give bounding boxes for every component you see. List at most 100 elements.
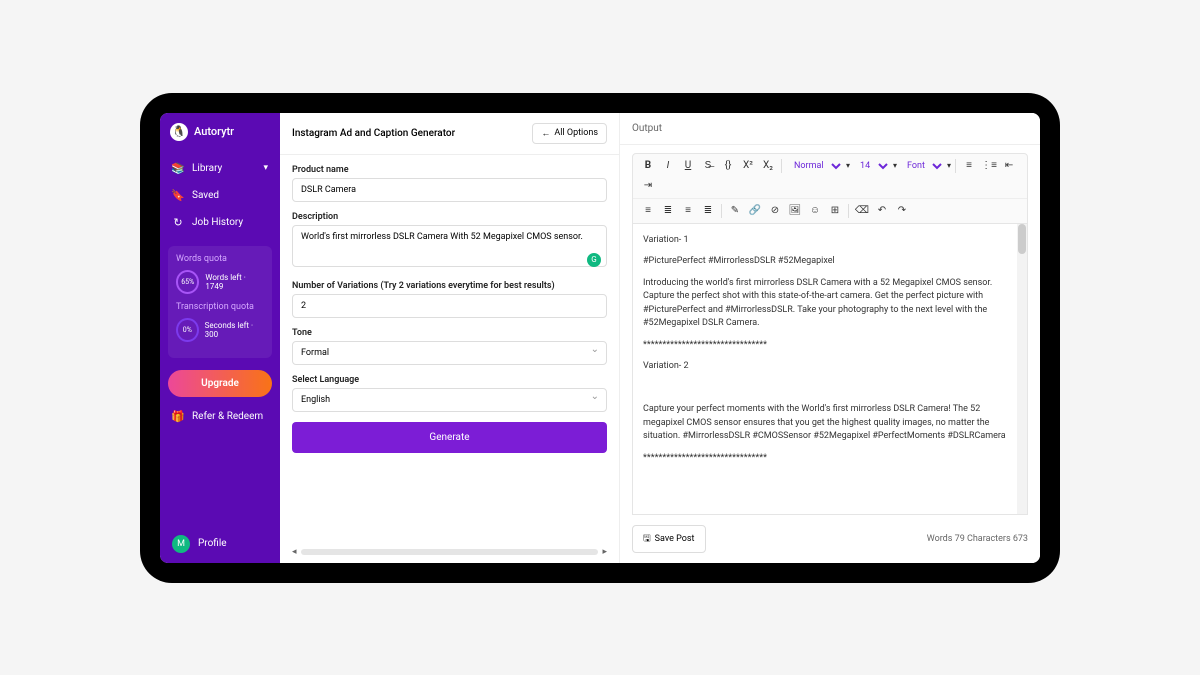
separator-text: ******************************** [643, 452, 1007, 466]
words-quota-title: Words quota [176, 254, 264, 264]
embed-button[interactable]: ⊞ [826, 202, 844, 220]
gift-icon: 🎁 [172, 410, 184, 423]
sidebar-item-label: Refer & Redeem [192, 411, 263, 422]
all-options-button[interactable]: ← All Options [532, 123, 607, 144]
variations-input[interactable] [292, 294, 607, 318]
font-family-select[interactable]: Font [899, 158, 945, 174]
library-icon: 📚 [172, 162, 184, 175]
variations-label: Number of Variations (Try 2 variations e… [292, 281, 607, 291]
emoji-button[interactable]: ☺ [806, 202, 824, 220]
italic-button[interactable]: I [659, 157, 677, 175]
indent-increase-button[interactable]: ⇥ [639, 177, 657, 195]
toolbar-separator [781, 159, 782, 173]
scroll-thumb[interactable] [1018, 224, 1026, 254]
toolbar-separator [721, 204, 722, 218]
transcription-quota-text: Seconds left · 300 [205, 321, 264, 339]
indent-decrease-button[interactable]: ⇤ [1000, 157, 1018, 175]
variation-2-title: Variation- 2 [643, 360, 1007, 374]
underline-button[interactable]: U [679, 157, 697, 175]
toolbar-separator [955, 159, 956, 173]
brand: 🐧 Autorytr [160, 113, 280, 151]
color-picker-button[interactable]: ✎ [726, 202, 744, 220]
editor-content[interactable]: Variation- 1 #PicturePerfect #Mirrorless… [633, 224, 1017, 514]
language-select[interactable]: English [292, 388, 607, 412]
scroll-right-icon[interactable]: ▸ [602, 547, 607, 557]
sidebar-item-profile[interactable]: M Profile [160, 525, 280, 563]
scroll-left-icon[interactable]: ◂ [292, 547, 297, 557]
bold-button[interactable]: B [639, 157, 657, 175]
all-options-label: All Options [554, 128, 598, 138]
generate-button[interactable]: Generate [292, 422, 607, 453]
transcription-quota-ring-icon: 0% [176, 318, 199, 342]
font-size-select[interactable]: 14 [852, 158, 891, 174]
editor-container: Variation- 1 #PicturePerfect #Mirrorless… [632, 224, 1028, 515]
sidebar-item-label: Job History [192, 217, 243, 228]
image-button[interactable]: 🖼 [786, 202, 804, 220]
tone-field: Tone Formal [292, 328, 607, 365]
tone-label: Tone [292, 328, 607, 338]
toolbar-separator [848, 204, 849, 218]
profile-label: Profile [198, 538, 227, 549]
word-char-count: Words 79 Characters 673 [927, 534, 1028, 544]
tone-select[interactable]: Formal [292, 341, 607, 365]
product-name-input[interactable] [292, 178, 607, 202]
align-right-button[interactable]: ≡ [679, 202, 697, 220]
superscript-button[interactable]: X² [739, 157, 757, 175]
description-input[interactable] [292, 225, 607, 267]
horizontal-scrollbar[interactable]: ◂ ▸ [280, 541, 619, 563]
sidebar-item-label: Library [192, 163, 222, 174]
chevron-down-icon: ▾ [846, 161, 850, 170]
sidebar-item-label: Saved [192, 190, 219, 201]
link-button[interactable]: 🔗 [746, 202, 764, 220]
sidebar: 🐧 Autorytr 📚 Library ▾ 🔖 Saved ↻ Job His… [160, 113, 280, 563]
chevron-down-icon: ▾ [947, 161, 951, 170]
form-header: Instagram Ad and Caption Generator ← All… [280, 113, 619, 155]
form-body: Product name Description G Number of Var… [280, 155, 619, 463]
redo-button[interactable]: ↷ [893, 202, 911, 220]
form-panel: Instagram Ad and Caption Generator ← All… [280, 113, 620, 563]
unlink-button[interactable]: ⊘ [766, 202, 784, 220]
undo-button[interactable]: ↶ [873, 202, 891, 220]
description-label: Description [292, 212, 607, 222]
upgrade-button[interactable]: Upgrade [168, 370, 272, 397]
eraser-button[interactable]: ⌫ [853, 202, 871, 220]
avatar: M [172, 535, 190, 553]
words-quota-text: Words left · 1749 [205, 273, 264, 291]
variations-field: Number of Variations (Try 2 variations e… [292, 281, 607, 318]
editor-toolbar: B I U S̶ {} X² X₂ Normal ▾ 14 ▾ Font ▾ ≡… [632, 153, 1028, 224]
output-footer: 🖫 Save Post Words 79 Characters 673 [620, 515, 1040, 563]
app-screen: 🐧 Autorytr 📚 Library ▾ 🔖 Saved ↻ Job His… [160, 113, 1040, 563]
variation-2-body: Capture your perfect moments with the Wo… [643, 403, 1007, 444]
product-name-label: Product name [292, 165, 607, 175]
vertical-scrollbar[interactable] [1017, 224, 1027, 514]
save-icon: 🖫 [643, 531, 651, 547]
output-panel: Output B I U S̶ {} X² X₂ Normal ▾ 14 ▾ F… [620, 113, 1040, 563]
sidebar-item-job-history[interactable]: ↻ Job History [160, 209, 280, 236]
save-post-button[interactable]: 🖫 Save Post [632, 525, 706, 553]
sidebar-nav: 📚 Library ▾ 🔖 Saved ↻ Job History [160, 151, 280, 240]
grammarly-icon: G [587, 253, 601, 267]
brand-logo-icon: 🐧 [170, 123, 188, 141]
align-left-button[interactable]: ≡ [639, 202, 657, 220]
code-block-button[interactable]: {} [719, 157, 737, 175]
list-unordered-button[interactable]: ⋮≡ [980, 157, 998, 175]
subscript-button[interactable]: X₂ [759, 157, 777, 175]
sidebar-item-library[interactable]: 📚 Library ▾ [160, 155, 280, 182]
scroll-track[interactable] [301, 549, 599, 555]
language-field: Select Language English [292, 375, 607, 412]
description-field: Description G [292, 212, 607, 271]
brand-name: Autorytr [194, 125, 234, 138]
sidebar-item-saved[interactable]: 🔖 Saved [160, 182, 280, 209]
variation-1-body: Introducing the world's first mirrorless… [643, 277, 1007, 331]
history-icon: ↻ [172, 216, 184, 229]
strike-button[interactable]: S̶ [699, 157, 717, 175]
align-justify-button[interactable]: ≣ [699, 202, 717, 220]
variation-1-tags: #PicturePerfect #MirrorlessDSLR #52Megap… [643, 255, 1007, 269]
variation-1-title: Variation- 1 [643, 234, 1007, 248]
list-ordered-button[interactable]: ≡ [960, 157, 978, 175]
arrow-left-icon: ← [541, 128, 550, 139]
paragraph-style-select[interactable]: Normal [786, 158, 844, 174]
output-title: Output [620, 113, 1040, 145]
sidebar-item-refer[interactable]: 🎁 Refer & Redeem [160, 403, 280, 430]
align-center-button[interactable]: ≣ [659, 202, 677, 220]
